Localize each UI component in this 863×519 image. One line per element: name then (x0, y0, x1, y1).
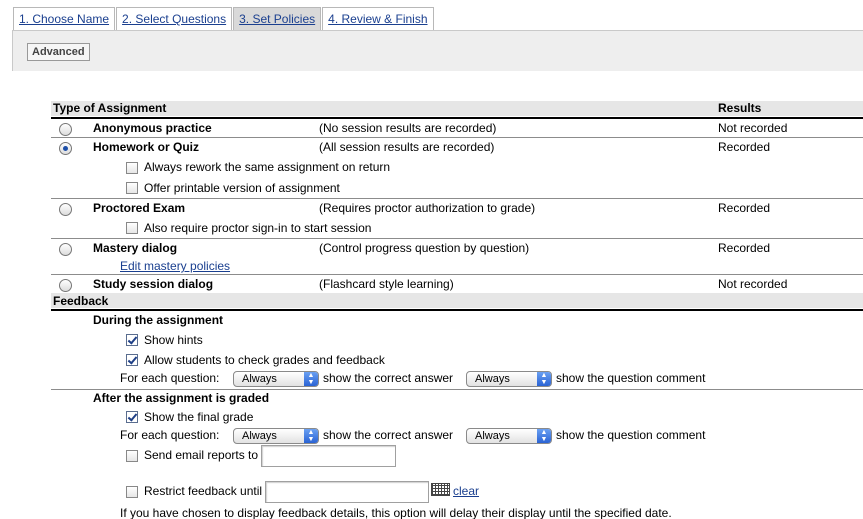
type-result-mastery: Recorded (718, 241, 771, 255)
tab-select-questions[interactable]: 2. Select Questions (116, 7, 233, 30)
type-result-proctored: Recorded (718, 201, 771, 215)
clear-date-link[interactable]: clear (453, 484, 479, 498)
restrict-date-input[interactable] (265, 481, 429, 503)
restrict-feedback-note: If you have chosen to display feedback d… (120, 506, 672, 519)
row-divider (51, 238, 863, 239)
after-comment-select-value: Always (475, 430, 510, 442)
email-reports-input[interactable] (261, 445, 396, 467)
edit-mastery-policies-link[interactable]: Edit mastery policies (120, 259, 230, 273)
type-desc-mastery: (Control progress question by question) (319, 241, 530, 255)
type-name-proctored: Proctored Exam (93, 201, 186, 215)
label-show-hints: Show hints (144, 333, 203, 347)
during-answer-label: show the correct answer (323, 371, 454, 385)
tab-toolbar: Advanced (12, 30, 863, 71)
after-graded-title: After the assignment is graded (93, 391, 270, 405)
checkbox-check-grades[interactable] (126, 354, 138, 366)
checkbox-proctor-signin[interactable] (126, 222, 138, 234)
type-desc-anonymous: (No session results are recorded) (319, 121, 497, 135)
radio-mastery-dialog[interactable] (59, 243, 72, 256)
checkbox-show-hints[interactable] (126, 334, 138, 346)
feedback-header-bar (51, 293, 863, 308)
label-check-grades: Allow students to check grades and feedb… (144, 353, 385, 367)
calendar-icon[interactable] (431, 483, 450, 496)
row-divider (51, 274, 863, 275)
after-answer-label: show the correct answer (323, 428, 454, 442)
advanced-button[interactable]: Advanced (27, 43, 90, 61)
after-answer-select[interactable]: Always ▲ ▼ (233, 428, 319, 444)
during-comment-select[interactable]: Always ▲ ▼ (466, 371, 552, 387)
type-name-study: Study session dialog (93, 277, 214, 291)
radio-homework-quiz[interactable] (59, 142, 72, 155)
label-send-email: Send email reports to (144, 448, 259, 462)
type-result-study: Not recorded (718, 277, 788, 291)
during-assignment-title: During the assignment (93, 313, 224, 327)
type-name-homework: Homework or Quiz (93, 140, 200, 154)
radio-study-session[interactable] (59, 279, 72, 292)
radio-proctored-exam[interactable] (59, 203, 72, 216)
label-show-final-grade: Show the final grade (144, 410, 254, 424)
type-name-anonymous: Anonymous practice (93, 121, 212, 135)
after-comment-select[interactable]: Always ▲ ▼ (466, 428, 552, 444)
chevron-updown-icon: ▲ ▼ (304, 372, 318, 386)
type-desc-study: (Flashcard style learning) (319, 277, 454, 291)
label-printable-version: Offer printable version of assignment (144, 181, 340, 195)
feedback-divider (51, 309, 863, 311)
type-name-mastery: Mastery dialog (93, 241, 178, 255)
label-restrict-feedback: Restrict feedback until (144, 484, 263, 498)
checkbox-always-rework[interactable] (126, 162, 138, 174)
during-comment-label: show the question comment (556, 371, 706, 385)
row-divider (51, 389, 863, 390)
tab-review-finish[interactable]: 4. Review & Finish (322, 7, 434, 30)
checkbox-restrict-feedback[interactable] (126, 486, 138, 498)
feedback-header: Feedback (53, 294, 109, 308)
row-divider (51, 137, 863, 138)
results-header: Results (718, 101, 762, 115)
during-answer-select-value: Always (242, 373, 277, 385)
during-answer-select[interactable]: Always ▲ ▼ (233, 371, 319, 387)
wizard-tabs: 1. Choose Name 2. Select Questions 3. Se… (13, 7, 435, 31)
chevron-updown-icon: ▲ ▼ (537, 372, 551, 386)
type-desc-homework: (All session results are recorded) (319, 140, 495, 154)
after-answer-select-value: Always (242, 430, 277, 442)
label-always-rework: Always rework the same assignment on ret… (144, 160, 391, 174)
type-desc-proctored: (Requires proctor authorization to grade… (319, 201, 536, 215)
chevron-updown-icon: ▲ ▼ (537, 429, 551, 443)
chevron-updown-icon: ▲ ▼ (304, 429, 318, 443)
label-proctor-signin: Also require proctor sign-in to start se… (144, 221, 372, 235)
row-divider (51, 198, 863, 199)
checkbox-send-email[interactable] (126, 450, 138, 462)
checkbox-printable-version[interactable] (126, 182, 138, 194)
tab-set-policies[interactable]: 3. Set Policies (233, 7, 322, 30)
type-result-anonymous: Not recorded (718, 121, 788, 135)
set-policies-page: 1. Choose Name 2. Select Questions 3. Se… (0, 0, 863, 519)
during-comment-select-value: Always (475, 373, 510, 385)
type-result-homework: Recorded (718, 140, 771, 154)
header-divider (51, 117, 863, 119)
after-comment-label: show the question comment (556, 428, 706, 442)
checkbox-show-final-grade[interactable] (126, 411, 138, 423)
assignment-type-header: Type of Assignment (53, 101, 167, 115)
after-per-question-label: For each question: (120, 428, 220, 442)
during-per-question-label: For each question: (120, 371, 220, 385)
tab-choose-name[interactable]: 1. Choose Name (13, 7, 116, 30)
radio-anonymous-practice[interactable] (59, 123, 72, 136)
